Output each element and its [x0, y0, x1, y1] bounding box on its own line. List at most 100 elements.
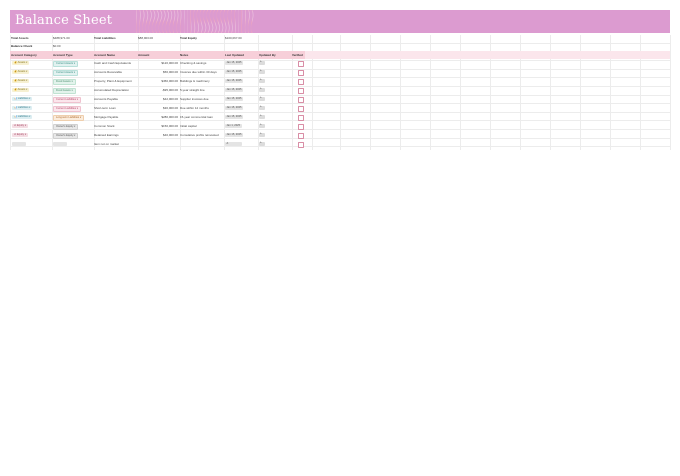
last-updated-date[interactable]: Jan 15, 2025: [225, 79, 243, 83]
amount-cell[interactable]: $56,000.00: [138, 70, 178, 74]
col-notes[interactable]: Notes: [180, 53, 188, 57]
account-name-cell[interactable]: Mortgage Payable: [94, 115, 118, 119]
balance-check-value[interactable]: $0.00: [53, 44, 61, 48]
type-tag[interactable]: Current Liabilities ▾: [53, 97, 82, 103]
col-account-type[interactable]: Account Type: [53, 53, 73, 57]
verified-checkbox[interactable]: [298, 115, 304, 121]
amount-cell[interactable]: $150,000.00: [138, 124, 178, 128]
notes-cell[interactable]: Buildings & machinery: [180, 79, 210, 83]
type-tag[interactable]: Long-term Liabilities ▾: [53, 115, 85, 121]
banner-wave-line: [244, 10, 247, 33]
last-updated-date[interactable]: Jan 15, 2025: [225, 61, 243, 65]
avatar[interactable]: A: [259, 97, 265, 101]
notes-cell[interactable]: 15-year commercial loan: [180, 115, 213, 119]
grid-row-line: [10, 43, 670, 44]
notes-cell[interactable]: Invoices due within 30 days: [180, 70, 217, 74]
category-tag[interactable]: 💰 Assets ▾: [12, 79, 30, 83]
type-tag[interactable]: Fixed Assets ▾: [53, 79, 76, 85]
avatar[interactable]: A: [259, 133, 265, 137]
total-liabilities-value[interactable]: $88,903.00: [138, 36, 153, 40]
verified-checkbox[interactable]: [298, 88, 304, 94]
account-name-cell[interactable]: Short-term Loan: [94, 106, 116, 110]
account-name-cell[interactable]: Cash and Cash Equivalents: [94, 61, 131, 65]
verified-checkbox[interactable]: [298, 61, 304, 67]
amount-cell[interactable]: $42,000.00: [138, 97, 178, 101]
category-tag[interactable]: 💰 Assets ▾: [12, 70, 30, 74]
avatar[interactable]: A: [259, 124, 265, 128]
col-amount[interactable]: Amount: [138, 53, 149, 57]
last-updated-date[interactable]: A: [225, 142, 242, 146]
col-account-name[interactable]: Account Name: [94, 53, 115, 57]
balance-check-label: Balance Check: [11, 44, 33, 48]
amount-cell[interactable]: $30,000.00: [138, 106, 178, 110]
type-tag[interactable]: Owner's Equity ▾: [53, 124, 79, 130]
avatar[interactable]: A: [259, 88, 265, 92]
amount-cell[interactable]: $450,000.00: [138, 79, 178, 83]
type-tag-empty[interactable]: [53, 142, 67, 146]
amount-cell[interactable]: -$95,000.00: [138, 88, 178, 92]
account-name-cell[interactable]: Retained Earnings: [94, 133, 119, 137]
avatar[interactable]: A: [259, 70, 265, 74]
notes-cell[interactable]: Supplier invoices due: [180, 97, 209, 101]
amount-cell[interactable]: $280,000.00: [138, 115, 178, 119]
type-tag[interactable]: Current Assets ▾: [53, 61, 79, 67]
category-tag[interactable]: ⚖ Equity ▾: [12, 124, 29, 128]
account-name-cell[interactable]: Property, Plant & Equipment: [94, 79, 132, 83]
avatar[interactable]: A: [259, 61, 265, 65]
type-label: Current Liabilities: [56, 98, 77, 101]
amount-cell[interactable]: $40,000.00: [138, 133, 178, 137]
last-updated-date[interactable]: Jan 15, 2025: [225, 97, 243, 101]
grid-column-line: [670, 35, 671, 150]
banner-wave-line: [219, 10, 224, 33]
account-name-cell[interactable]: Accounts Payable: [94, 97, 118, 101]
banner-wave-line: [226, 10, 230, 33]
category-tag-empty[interactable]: [12, 142, 26, 146]
verified-checkbox[interactable]: [298, 106, 304, 112]
category-label: Liabilities: [17, 97, 29, 100]
last-updated-date[interactable]: Jan 15, 2025: [225, 70, 243, 74]
notes-cell[interactable]: Checking & savings: [180, 61, 206, 65]
last-updated-date[interactable]: Jan 15, 2025: [225, 88, 243, 92]
verified-checkbox[interactable]: [298, 124, 304, 130]
total-equity-value[interactable]: $100,067.00: [225, 36, 242, 40]
type-tag[interactable]: Owner's Equity ▾: [53, 133, 79, 139]
type-tag[interactable]: Fixed Assets ▾: [53, 88, 76, 94]
category-tag[interactable]: 📊 Liabilities ▾: [12, 106, 33, 110]
last-updated-date[interactable]: Jan 15, 2025: [225, 133, 243, 137]
verified-checkbox[interactable]: [298, 79, 304, 85]
avatar-initial: A: [260, 133, 262, 135]
account-name-cell[interactable]: Accumulated Depreciation: [94, 88, 129, 92]
verified-checkbox[interactable]: [298, 133, 304, 139]
account-name-cell[interactable]: Item not on market: [94, 142, 119, 146]
type-tag[interactable]: Current Liabilities ▾: [53, 106, 82, 112]
account-name-cell[interactable]: Common Stock: [94, 124, 115, 128]
avatar[interactable]: A: [259, 142, 265, 146]
type-tag[interactable]: Current Assets ▾: [53, 70, 79, 76]
category-tag[interactable]: 💰 Assets ▾: [12, 61, 30, 65]
verified-checkbox[interactable]: [298, 70, 304, 76]
last-updated-date[interactable]: Jan 15, 2025: [225, 115, 243, 119]
avatar[interactable]: A: [259, 79, 265, 83]
category-tag[interactable]: 💰 Assets ▾: [12, 88, 30, 92]
col-account-category[interactable]: Account Category: [11, 53, 37, 57]
col-updated-by[interactable]: Updated By: [259, 53, 276, 57]
category-tag[interactable]: 📊 Liabilities ▾: [12, 115, 33, 119]
verified-checkbox[interactable]: [298, 97, 304, 103]
col-verified[interactable]: Verified: [292, 53, 303, 57]
notes-cell[interactable]: Due within 12 months: [180, 106, 209, 110]
notes-cell[interactable]: 5-year straight line: [180, 88, 205, 92]
last-updated-date[interactable]: Jan 1, 2025: [225, 124, 242, 128]
verified-checkbox[interactable]: [298, 142, 304, 148]
col-last-updated[interactable]: Last Updated: [225, 53, 244, 57]
notes-cell[interactable]: Cumulative profits reinvested: [180, 133, 219, 137]
last-updated-date[interactable]: Jan 15, 2025: [225, 106, 243, 110]
category-tag[interactable]: 📊 Liabilities ▾: [12, 97, 33, 101]
total-assets-value[interactable]: $488,971.00: [53, 36, 70, 40]
avatar[interactable]: A: [259, 106, 265, 110]
avatar[interactable]: A: [259, 115, 265, 119]
category-tag[interactable]: ⚖ Equity ▾: [12, 133, 29, 137]
chevron-down-icon: ▾: [79, 116, 82, 119]
account-name-cell[interactable]: Accounts Receivable: [94, 70, 122, 74]
notes-cell[interactable]: Initial capital: [180, 124, 197, 128]
amount-cell[interactable]: $120,000.00: [138, 61, 178, 65]
